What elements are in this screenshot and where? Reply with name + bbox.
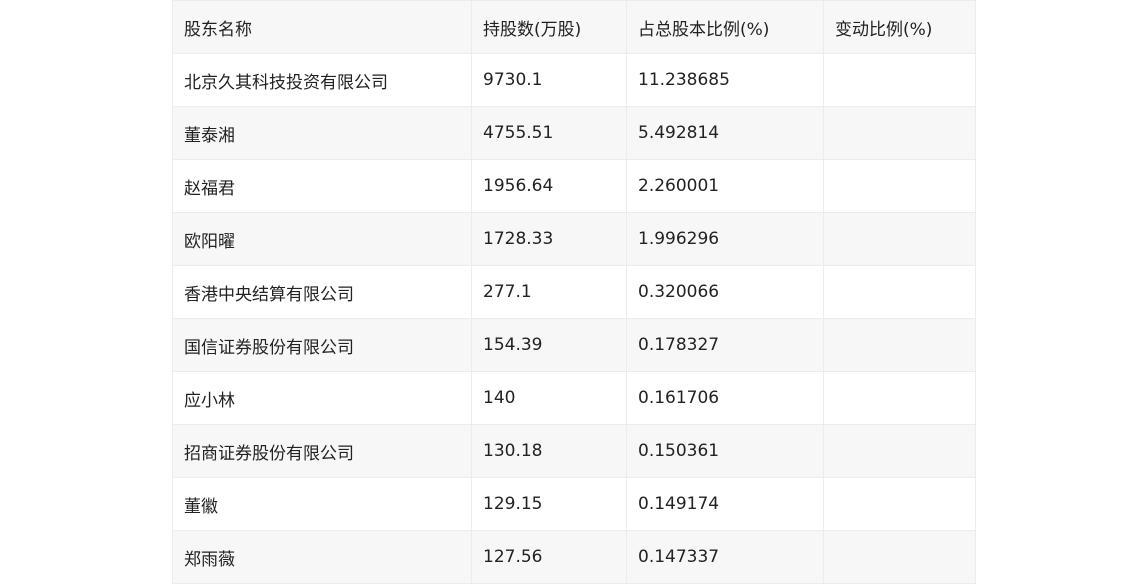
cell-shares-held: 1728.33: [471, 212, 627, 266]
cell-share-ratio: 2.260001: [626, 159, 824, 213]
cell-shareholder-name: 董泰湘: [172, 106, 472, 160]
cell-shares-held: 277.1: [471, 265, 627, 319]
shareholder-table: 股东名称 持股数(万股) 占总股本比例(%) 变动比例(%) 北京久其科技投资有…: [172, 0, 976, 584]
table-row: 香港中央结算有限公司 277.1 0.320066: [172, 265, 976, 319]
cell-share-ratio: 1.996296: [626, 212, 824, 266]
cell-shareholder-name: 董徽: [172, 477, 472, 531]
cell-change-ratio: [823, 477, 976, 531]
cell-shares-held: 130.18: [471, 424, 627, 478]
table-row: 国信证券股份有限公司 154.39 0.178327: [172, 318, 976, 372]
cell-shares-held: 129.15: [471, 477, 627, 531]
cell-shareholder-name: 北京久其科技投资有限公司: [172, 53, 472, 107]
table-row: 应小林 140 0.161706: [172, 371, 976, 425]
cell-shareholder-name: 国信证券股份有限公司: [172, 318, 472, 372]
header-share-ratio: 占总股本比例(%): [626, 0, 824, 54]
table-row: 欧阳曜 1728.33 1.996296: [172, 212, 976, 266]
cell-change-ratio: [823, 53, 976, 107]
cell-change-ratio: [823, 424, 976, 478]
cell-share-ratio: 0.149174: [626, 477, 824, 531]
cell-shareholder-name: 欧阳曜: [172, 212, 472, 266]
cell-shareholder-name: 应小林: [172, 371, 472, 425]
cell-shares-held: 140: [471, 371, 627, 425]
shareholder-table-container: 股东名称 持股数(万股) 占总股本比例(%) 变动比例(%) 北京久其科技投资有…: [172, 0, 976, 584]
cell-change-ratio: [823, 265, 976, 319]
cell-share-ratio: 11.238685: [626, 53, 824, 107]
cell-share-ratio: 0.178327: [626, 318, 824, 372]
cell-share-ratio: 0.150361: [626, 424, 824, 478]
cell-shares-held: 1956.64: [471, 159, 627, 213]
cell-shares-held: 154.39: [471, 318, 627, 372]
cell-shares-held: 4755.51: [471, 106, 627, 160]
table-row: 董徽 129.15 0.149174: [172, 477, 976, 531]
cell-change-ratio: [823, 371, 976, 425]
cell-change-ratio: [823, 212, 976, 266]
cell-shareholder-name: 招商证券股份有限公司: [172, 424, 472, 478]
cell-shares-held: 9730.1: [471, 53, 627, 107]
table-header-row: 股东名称 持股数(万股) 占总股本比例(%) 变动比例(%): [172, 0, 976, 54]
table-row: 董泰湘 4755.51 5.492814: [172, 106, 976, 160]
table-row: 赵福君 1956.64 2.260001: [172, 159, 976, 213]
cell-shareholder-name: 香港中央结算有限公司: [172, 265, 472, 319]
header-change-ratio: 变动比例(%): [823, 0, 976, 54]
header-shareholder-name: 股东名称: [172, 0, 472, 54]
table-row: 北京久其科技投资有限公司 9730.1 11.238685: [172, 53, 976, 107]
cell-shareholder-name: 赵福君: [172, 159, 472, 213]
cell-share-ratio: 5.492814: [626, 106, 824, 160]
cell-change-ratio: [823, 106, 976, 160]
header-shares-held: 持股数(万股): [471, 0, 627, 54]
cell-change-ratio: [823, 318, 976, 372]
cell-share-ratio: 0.161706: [626, 371, 824, 425]
cell-change-ratio: [823, 159, 976, 213]
cell-share-ratio: 0.320066: [626, 265, 824, 319]
table-row: 招商证券股份有限公司 130.18 0.150361: [172, 424, 976, 478]
